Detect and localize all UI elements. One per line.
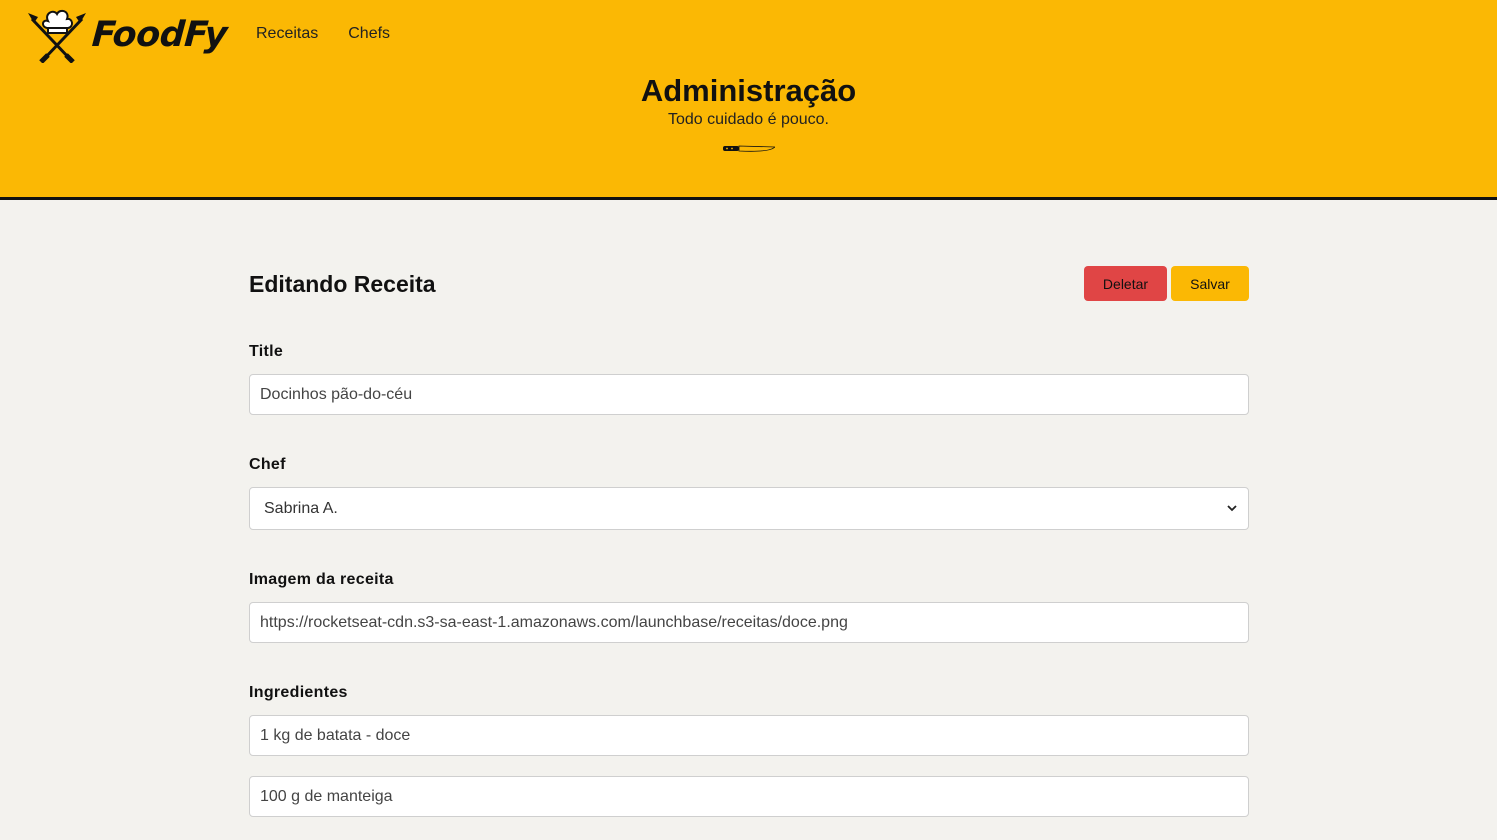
chef-field: Chef Sabrina A. — [249, 456, 1249, 530]
delete-button[interactable]: Deletar — [1084, 266, 1167, 301]
chef-selected-value: Sabrina A. — [264, 499, 338, 517]
ingredient-input[interactable]: 100 g de manteiga — [249, 776, 1249, 817]
image-url-input[interactable]: https://rocketseat-cdn.s3-sa-east-1.amaz… — [249, 602, 1249, 643]
chevron-down-icon — [1227, 505, 1237, 512]
title-input[interactable]: Docinhos pão-do-céu — [249, 374, 1249, 415]
ingredient-input[interactable]: 1 kg de batata - doce — [249, 715, 1249, 756]
title-label: Title — [249, 343, 284, 360]
recipe-edit-form: Editando Receita Deletar Salvar Title Do… — [249, 201, 1249, 817]
hero: Administração Todo cuidado é pouco. — [0, 72, 1497, 154]
nav-item-chefs[interactable]: Chefs — [348, 25, 390, 43]
chef-label: Chef — [249, 456, 286, 473]
form-actions: Deletar Salvar — [1084, 266, 1249, 301]
nav-item-receitas[interactable]: Receitas — [256, 25, 318, 43]
page-subtitle: Todo cuidado é pouco. — [667, 111, 829, 128]
chef-select[interactable]: Sabrina A. — [249, 487, 1249, 530]
ingredients-field: Ingredientes 1 kg de batata - doce 100 g… — [249, 684, 1249, 817]
page-title: Administração — [640, 73, 857, 108]
image-field: Imagem da receita https://rocketseat-cdn… — [249, 571, 1249, 643]
form-heading: Editando Receita — [249, 271, 436, 297]
knife-icon — [722, 145, 775, 152]
chef-knives-icon — [28, 9, 86, 63]
main-nav: Receitas Chefs — [256, 25, 390, 43]
form-header: Editando Receita Deletar Salvar — [249, 201, 1249, 301]
brand-name: FoodFy — [90, 15, 229, 55]
title-field: Title Docinhos pão-do-céu — [249, 343, 1249, 415]
ingredients-label: Ingredientes — [249, 684, 348, 701]
brand-logo[interactable]: FoodFy — [26, 6, 229, 64]
site-header: FoodFy Receitas Chefs Administração Todo… — [0, 0, 1497, 200]
save-button[interactable]: Salvar — [1171, 266, 1249, 301]
image-label: Imagem da receita — [249, 571, 394, 588]
